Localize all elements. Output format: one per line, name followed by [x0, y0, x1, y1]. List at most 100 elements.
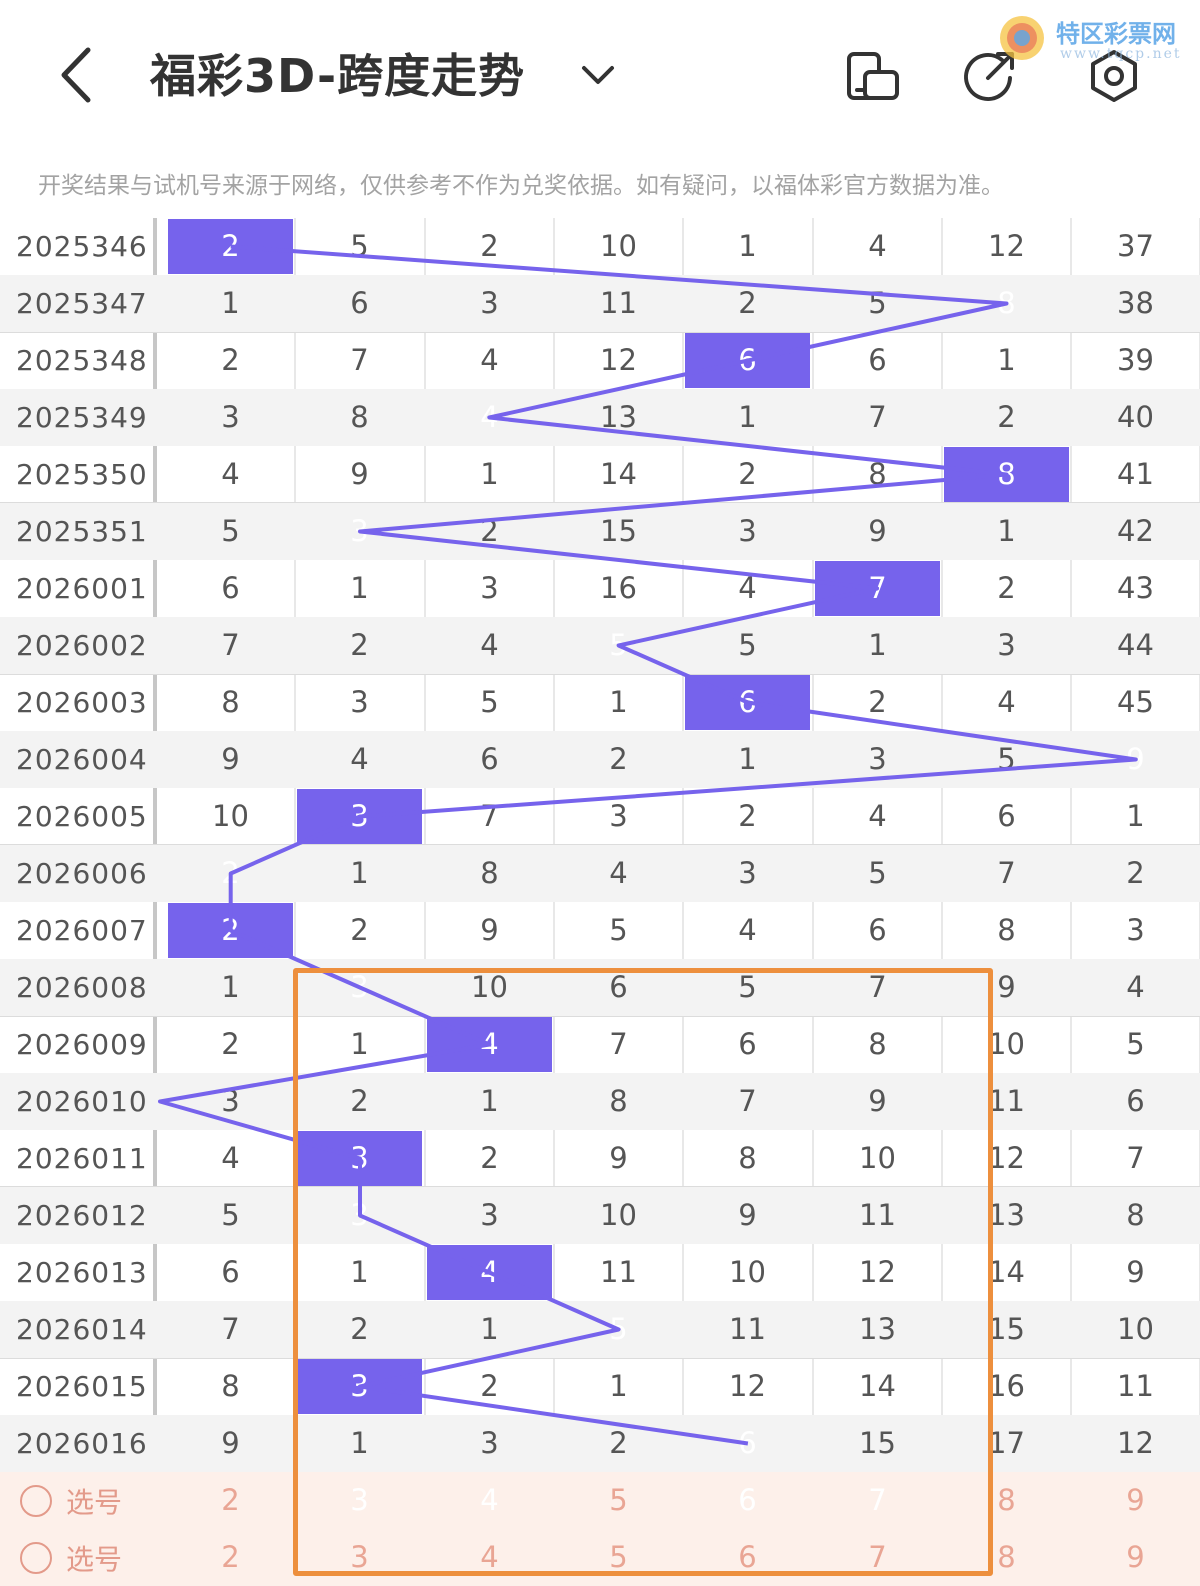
miss-count-cell: 2: [738, 457, 757, 491]
issue-number: 2026001: [16, 572, 148, 605]
miss-count-cell: 4: [997, 685, 1016, 719]
issue-number: 2025351: [16, 515, 148, 548]
miss-count-cell: 5: [480, 685, 499, 719]
miss-count-cell: 1: [1126, 799, 1145, 833]
miss-count-cell: 2: [1126, 856, 1145, 890]
chevron-down-icon[interactable]: [578, 55, 618, 95]
miss-count-cell: 5: [221, 1198, 240, 1232]
miss-count-cell: 5: [868, 286, 887, 320]
phone-landscape-icon[interactable]: [845, 48, 901, 104]
miss-count-cell: 4: [350, 742, 369, 776]
table-row[interactable]: 2026001 6 1 3 16 4 7 2 43: [0, 560, 1200, 617]
miss-count-cell: 1: [738, 400, 757, 434]
miss-count-cell: 8: [350, 400, 369, 434]
miss-count-cell: 12: [600, 343, 637, 377]
span-hit-cell: 3: [295, 503, 424, 560]
pick-toggle[interactable]: 选号: [20, 1529, 122, 1586]
span-hit-cell: 8: [942, 275, 1071, 332]
pick-label: 选号: [66, 1485, 123, 1519]
miss-count-cell: 4: [609, 856, 628, 890]
miss-count-cell: 5: [609, 913, 628, 947]
issue-number: 2026012: [16, 1199, 148, 1232]
miss-count-cell: 7: [997, 856, 1016, 890]
pick-number-cell[interactable]: 2: [166, 1529, 295, 1586]
watermark-url: www.tqcp.net: [1060, 46, 1182, 62]
miss-count-cell: 8: [221, 685, 240, 719]
miss-count-cell: 40: [1117, 400, 1154, 434]
miss-count-cell: 4: [868, 799, 887, 833]
span-hit-cell: 9: [1071, 731, 1200, 788]
table-row[interactable]: 2026004 9 4 6 2 1 3 5 9: [0, 731, 1200, 788]
radio-circle-icon[interactable]: [20, 1541, 52, 1574]
table-row[interactable]: 2025346 2 5 2 10 1 4 12 37: [0, 218, 1200, 275]
miss-count-cell: 4: [221, 457, 240, 491]
table-row[interactable]: 2026002 7 2 4 5 5 1 3 44: [0, 617, 1200, 674]
back-arrow-icon[interactable]: [50, 40, 110, 110]
span-hit-cell: 6: [683, 332, 812, 389]
table-row[interactable]: 2025348 2 7 4 12 6 6 1 39: [0, 332, 1200, 389]
miss-count-cell: 7: [350, 343, 369, 377]
miss-count-cell: 4: [480, 628, 499, 662]
pick-toggle[interactable]: 选号: [20, 1472, 122, 1529]
miss-count-cell: 1: [350, 856, 369, 890]
span-hit-cell: 8: [942, 446, 1071, 503]
miss-count-cell: 7: [868, 400, 887, 434]
miss-count-cell: 8: [221, 1369, 240, 1403]
issue-number: 2026006: [16, 857, 148, 890]
miss-count-cell: 45: [1117, 685, 1154, 719]
miss-count-cell: 5: [350, 229, 369, 263]
miss-count-cell: 9: [221, 1426, 240, 1460]
miss-count-cell: 1: [350, 571, 369, 605]
span-hit-cell: 7: [813, 560, 942, 617]
miss-count-cell: 3: [480, 571, 499, 605]
span-hit-cell: 6: [683, 674, 812, 731]
miss-count-cell: 2: [480, 229, 499, 263]
issue-number: 2025350: [16, 458, 148, 491]
page-title[interactable]: 福彩3D-跨度走势: [150, 40, 525, 106]
table-row[interactable]: 2026005 10 3 7 3 2 4 6 1: [0, 788, 1200, 845]
miss-count-cell: 7: [221, 1312, 240, 1346]
miss-count-cell: 2: [738, 286, 757, 320]
miss-count-cell: 12: [1117, 1426, 1154, 1460]
miss-count-cell: 5: [221, 514, 240, 548]
miss-count-cell: 10: [212, 799, 249, 833]
miss-count-cell: 10: [1117, 1312, 1154, 1346]
miss-count-cell: 1: [997, 514, 1016, 548]
miss-count-cell: 4: [480, 343, 499, 377]
miss-count-cell: 10: [600, 229, 637, 263]
miss-count-cell: 9: [868, 514, 887, 548]
span-hit-cell: 2: [166, 902, 295, 959]
miss-count-cell: 5: [738, 628, 757, 662]
miss-count-cell: 2: [480, 514, 499, 548]
miss-count-cell: 44: [1117, 628, 1154, 662]
table-row[interactable]: 2025351 5 3 2 15 3 9 1 42: [0, 503, 1200, 560]
miss-count-cell: 2: [221, 1027, 240, 1061]
table-row[interactable]: 2026006 2 1 8 4 3 5 7 2: [0, 845, 1200, 902]
pick-number-cell[interactable]: 9: [1071, 1529, 1200, 1586]
miss-count-cell: 3: [350, 685, 369, 719]
miss-count-cell: 8: [1126, 1198, 1145, 1232]
table-row[interactable]: 2026003 8 3 5 1 6 2 4 45: [0, 674, 1200, 731]
table-row[interactable]: 2025349 3 8 4 13 1 7 2 40: [0, 389, 1200, 446]
span-hit-cell: 4: [425, 389, 554, 446]
miss-count-cell: 11: [600, 286, 637, 320]
issue-number: 2026016: [16, 1427, 148, 1460]
miss-count-cell: 13: [600, 400, 637, 434]
table-row[interactable]: 2025347 1 6 3 11 2 5 8 38: [0, 275, 1200, 332]
disclaimer-notice: 开奖结果与试机号来源于网络，仅供参考不作为兑奖依据。如有疑问，以福体彩官方数据为…: [38, 173, 1004, 199]
miss-count-cell: 1: [738, 742, 757, 776]
issue-number: 2025349: [16, 401, 148, 434]
miss-count-cell: 2: [997, 571, 1016, 605]
radio-circle-icon[interactable]: [20, 1484, 52, 1517]
miss-count-cell: 4: [738, 913, 757, 947]
issue-number: 2026015: [16, 1370, 148, 1403]
table-row[interactable]: 2026007 2 2 9 5 4 6 8 3: [0, 902, 1200, 959]
pick-number-cell[interactable]: 9: [1071, 1472, 1200, 1529]
issue-number: 2026002: [16, 629, 148, 662]
miss-count-cell: 4: [221, 1141, 240, 1175]
pick-number-cell[interactable]: 2: [166, 1472, 295, 1529]
issue-number: 2025346: [16, 230, 148, 263]
miss-count-cell: 2: [350, 913, 369, 947]
miss-count-cell: 8: [997, 913, 1016, 947]
table-row[interactable]: 2025350 4 9 1 14 2 8 8 41: [0, 446, 1200, 503]
